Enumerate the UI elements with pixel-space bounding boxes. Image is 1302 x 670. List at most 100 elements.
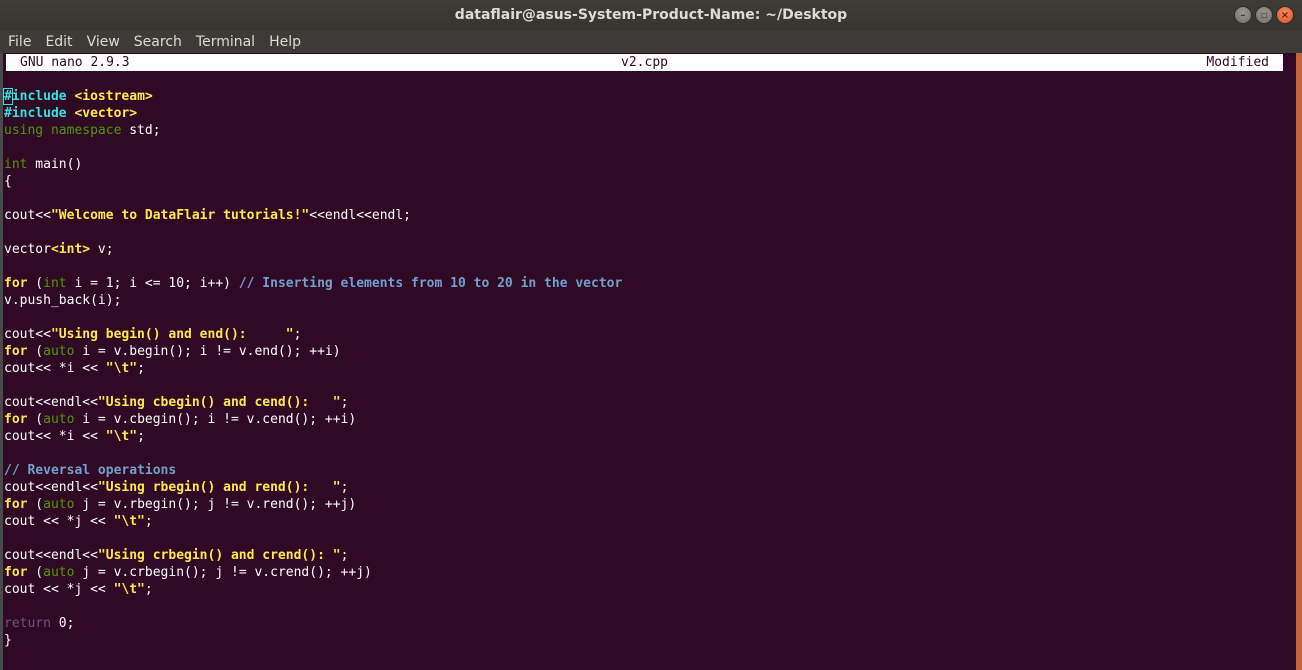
code-token: "\t" [113,514,145,529]
menu-search[interactable]: Search [134,34,182,50]
code-token: for [4,344,28,359]
code-token: j = v.crbegin(); j != v.crend(); ++j) [74,565,372,580]
code-token: ; [340,548,349,563]
code-token: "\t" [105,361,138,376]
window-title: dataflair@asus-System-Product-Name: ~/De… [454,7,848,23]
code-token: "Using crbegin() and crend(): " [97,548,341,563]
code-editor[interactable]: #include <iostream> #include <vector> usin… [3,88,622,649]
code-token: ; [137,429,145,444]
code-token: cout << *j << [4,582,114,597]
minimize-icon: – [1240,9,1246,21]
code-line: for (auto i = v.begin(); i != v.end(); +… [4,343,622,360]
code-token: cout << *j << [4,514,114,529]
code-token: ; [340,480,349,495]
window-titlebar: dataflair@asus-System-Product-Name: ~/De… [0,0,1302,30]
window-left-edge [0,53,3,670]
text-cursor: # [3,88,13,105]
code-token: "Using begin() and end(): " [50,327,294,342]
window-controls: – ▫ × [1234,6,1294,24]
code-token: ( [27,412,44,427]
code-line: cout<< *i << "\t"; [4,428,622,445]
menu-file[interactable]: File [8,34,31,50]
code-token: cout<<endl<< [4,548,98,563]
code-token: // Reversal operations [4,463,177,478]
code-token: for [4,565,28,580]
code-line: cout << *j << "\t"; [4,581,622,598]
code-token: using namespace [4,123,122,138]
code-token: std; [121,123,161,138]
code-line: } [4,632,622,649]
code-line: { [4,173,622,190]
code-token: for [4,412,28,427]
code-token: ; [293,327,302,342]
code-token: cout<< [4,327,51,342]
code-line: vector<int> v; [4,241,622,258]
scrollbar-thumb[interactable] [1296,53,1302,670]
code-line: cout<<endl<<"Using crbegin() and crend()… [4,547,622,564]
code-token: // Inserting elements from 10 to 20 in t… [238,276,623,291]
code-token: ( [27,276,44,291]
code-line: cout << *j << "\t"; [4,513,622,530]
code-line: cout<<"Using begin() and end(): "; [4,326,622,343]
code-line: return 0; [4,615,622,632]
code-token: j = v.rbegin(); j != v.rend(); ++j) [74,497,357,512]
code-token: <vector> [74,106,138,121]
code-token: int [4,157,28,172]
code-token: v.push_back(i); [4,293,122,308]
code-line: cout<<"Welcome to DataFlair tutorials!"<… [4,207,622,224]
code-token: } [4,633,12,648]
code-token: auto [43,412,75,427]
code-token: "Using rbegin() and rend(): " [97,480,341,495]
code-line: #include <iostream> [3,88,622,105]
menubar: File Edit View Search Terminal Help [0,30,1302,53]
code-token: vector [4,242,51,257]
code-token: ; [137,361,145,376]
code-line: #include <vector> [4,105,622,122]
close-icon: × [1280,9,1290,21]
code-token: auto [43,344,75,359]
maximize-button[interactable]: ▫ [1255,6,1273,24]
code-token: i = 1; i <= 10; i++) [66,276,239,291]
scrollbar[interactable] [1286,53,1302,670]
code-token: "\t" [113,582,145,597]
code-line: for (auto j = v.crbegin(); j != v.crend(… [4,564,622,581]
code-token: cout<< [4,208,51,223]
code-token: ( [27,497,44,512]
maximize-icon: ▫ [1260,9,1268,21]
code-token: cout<<endl<< [4,480,98,495]
code-token: include [11,89,75,104]
nano-header-bar: GNU nano 2.9.3 v2.cpp Modified [6,54,1283,71]
code-line: for (auto i = v.cbegin(); i != v.cend();… [4,411,622,428]
minimize-button[interactable]: – [1234,6,1252,24]
code-token: for [4,497,28,512]
code-token: int [43,276,67,291]
code-token: main() [27,157,83,172]
code-token: i = v.cbegin(); i != v.cend(); ++i) [74,412,357,427]
close-button[interactable]: × [1276,6,1294,24]
nano-filename: v2.cpp [621,55,668,70]
code-line: for (auto j = v.rbegin(); j != v.rend();… [4,496,622,513]
menu-edit[interactable]: Edit [45,34,72,50]
code-line: // Reversal operations [4,462,622,479]
code-line: cout<< *i << "\t"; [4,360,622,377]
code-token: "Welcome to DataFlair tutorials!" [50,208,310,223]
code-line: using namespace std; [4,122,622,139]
code-token: cout<<endl<< [4,395,98,410]
code-token: <<endl<<endl; [309,208,411,223]
menu-terminal[interactable]: Terminal [196,34,255,50]
menu-help[interactable]: Help [269,34,301,50]
code-token: <int> [50,242,91,257]
code-token: ( [27,565,44,580]
code-token: cout<< *i << [4,361,106,376]
code-token: v; [90,242,114,257]
terminal-area[interactable]: GNU nano 2.9.3 v2.cpp Modified #include … [0,53,1302,670]
code-token: 0; [50,616,75,631]
code-token: auto [43,497,75,512]
menu-view[interactable]: View [87,34,120,50]
code-line: for (int i = 1; i <= 10; i++) // Inserti… [4,275,622,292]
